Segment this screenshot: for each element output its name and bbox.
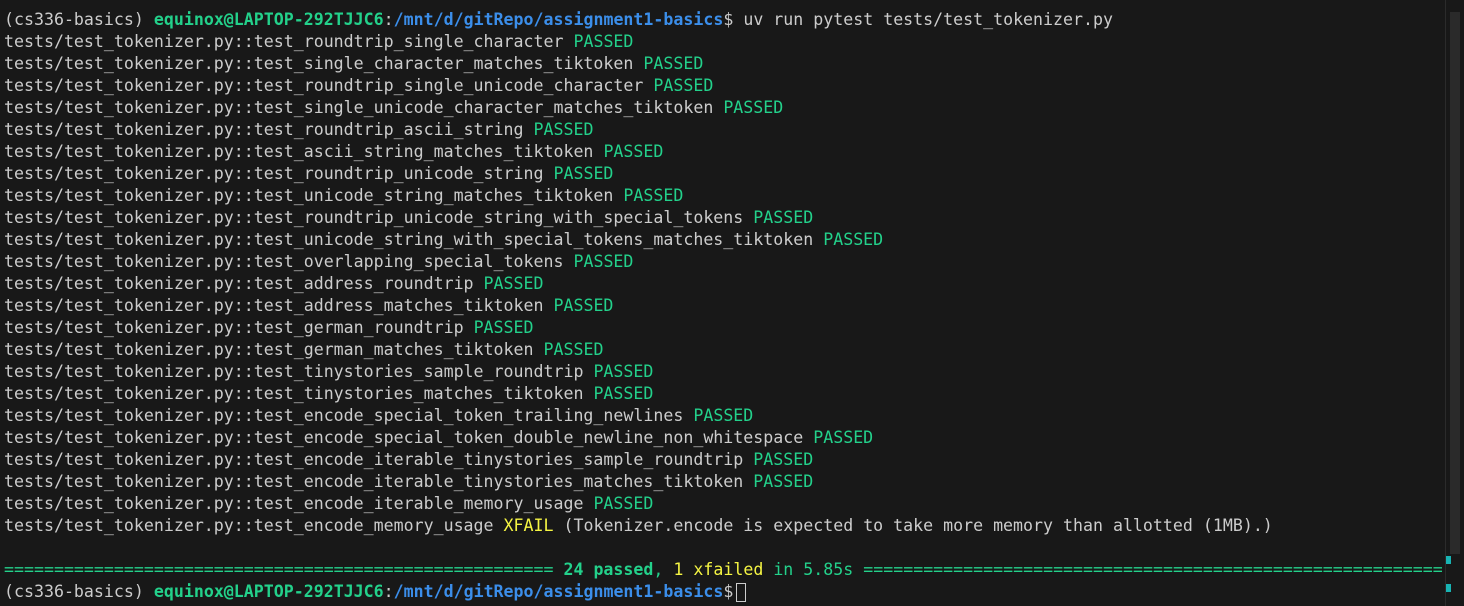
test-result-line: tests/test_tokenizer.py::test_encode_spe… <box>4 405 1442 427</box>
xfailed-count: 1 xfailed <box>673 560 764 579</box>
test-name: tests/test_tokenizer.py::test_tinystorie… <box>4 362 584 381</box>
test-result-line: tests/test_tokenizer.py::test_tinystorie… <box>4 383 1442 405</box>
test-status: PASSED <box>593 494 654 513</box>
test-name: tests/test_tokenizer.py::test_roundtrip_… <box>4 76 644 95</box>
test-result-line: tests/test_tokenizer.py::test_roundtrip_… <box>4 163 1442 185</box>
test-status: PASSED <box>623 186 684 205</box>
summary-right-rule: ========================================… <box>863 560 1442 579</box>
test-status: PASSED <box>603 142 664 161</box>
scrollbar-marker <box>1446 584 1451 592</box>
test-name: tests/test_tokenizer.py::test_tinystorie… <box>4 384 584 403</box>
prompt-symbol: $ <box>723 582 734 601</box>
test-name: tests/test_tokenizer.py::test_roundtrip_… <box>4 164 544 183</box>
scrollbar-thumb[interactable] <box>1450 12 1460 554</box>
test-status: PASSED <box>553 296 614 315</box>
prompt-line[interactable]: (cs336-basics) equinox@LAPTOP-292TJJC6:/… <box>4 581 1442 603</box>
test-name: tests/test_tokenizer.py::test_address_ro… <box>4 274 474 293</box>
command-line: (cs336-basics) equinox@LAPTOP-292TJJC6:/… <box>4 9 1442 31</box>
test-status: PASSED <box>813 428 874 447</box>
test-status: XFAIL <box>503 516 554 535</box>
test-name: tests/test_tokenizer.py::test_encode_spe… <box>4 406 684 425</box>
test-result-line: tests/test_tokenizer.py::test_encode_spe… <box>4 427 1442 449</box>
terminal-scrollbar[interactable] <box>1445 0 1464 606</box>
test-name: tests/test_tokenizer.py::test_german_rou… <box>4 318 464 337</box>
xfail-reason: (Tokenizer.encode is expected to take mo… <box>563 516 1273 535</box>
test-status: PASSED <box>753 208 814 227</box>
test-name: tests/test_tokenizer.py::test_roundtrip_… <box>4 32 564 51</box>
test-result-line: tests/test_tokenizer.py::test_roundtrip_… <box>4 207 1442 229</box>
test-name: tests/test_tokenizer.py::test_encode_ite… <box>4 450 744 469</box>
prompt-colon: : <box>383 582 394 601</box>
env-name: (cs336-basics) <box>4 582 144 601</box>
test-status: PASSED <box>593 384 654 403</box>
test-result-line: tests/test_tokenizer.py::test_roundtrip_… <box>4 119 1442 141</box>
user-host: equinox@LAPTOP-292TJJC6 <box>153 10 384 29</box>
test-name: tests/test_tokenizer.py::test_encode_ite… <box>4 472 744 491</box>
test-status: PASSED <box>573 32 634 51</box>
test-status: PASSED <box>753 450 814 469</box>
test-result-line: tests/test_tokenizer.py::test_german_rou… <box>4 317 1442 339</box>
test-status: PASSED <box>533 120 594 139</box>
test-result-line: tests/test_tokenizer.py::test_address_ro… <box>4 273 1442 295</box>
test-result-line: tests/test_tokenizer.py::test_encode_mem… <box>4 515 1442 537</box>
test-result-line: tests/test_tokenizer.py::test_encode_ite… <box>4 471 1442 493</box>
cwd-path: /mnt/d/gitRepo/assignment1-basics <box>393 582 724 601</box>
test-result-line: tests/test_tokenizer.py::test_german_mat… <box>4 339 1442 361</box>
command-text: uv run pytest tests/test_tokenizer.py <box>733 10 1113 29</box>
test-result-line: tests/test_tokenizer.py::test_roundtrip_… <box>4 75 1442 97</box>
test-result-line: tests/test_tokenizer.py::test_tinystorie… <box>4 361 1442 383</box>
test-name: tests/test_tokenizer.py::test_overlappin… <box>4 252 564 271</box>
test-status: PASSED <box>593 362 654 381</box>
test-status: PASSED <box>643 54 704 73</box>
test-status: PASSED <box>473 318 534 337</box>
test-name: tests/test_tokenizer.py::test_unicode_st… <box>4 230 814 249</box>
terminal-output[interactable]: (cs336-basics) equinox@LAPTOP-292TJJC6:/… <box>4 9 1442 606</box>
test-result-line: tests/test_tokenizer.py::test_address_ma… <box>4 295 1442 317</box>
test-name: tests/test_tokenizer.py::test_unicode_st… <box>4 186 614 205</box>
test-status: PASSED <box>573 252 634 271</box>
test-name: tests/test_tokenizer.py::test_encode_ite… <box>4 494 584 513</box>
cwd-path: /mnt/d/gitRepo/assignment1-basics <box>393 10 724 29</box>
prompt-colon: : <box>383 10 394 29</box>
text-cursor[interactable] <box>736 583 747 602</box>
test-status: PASSED <box>823 230 884 249</box>
test-name: tests/test_tokenizer.py::test_single_cha… <box>4 54 634 73</box>
user-host: equinox@LAPTOP-292TJJC6 <box>153 582 384 601</box>
env-name: (cs336-basics) <box>4 10 144 29</box>
test-name: tests/test_tokenizer.py::test_roundtrip_… <box>4 208 744 227</box>
test-status: PASSED <box>653 76 714 95</box>
test-name: tests/test_tokenizer.py::test_encode_spe… <box>4 428 804 447</box>
prompt-symbol: $ <box>723 10 734 29</box>
test-result-line: tests/test_tokenizer.py::test_encode_ite… <box>4 449 1442 471</box>
test-status: PASSED <box>753 472 814 491</box>
summary-line: ========================================… <box>4 559 1442 581</box>
test-result-line: tests/test_tokenizer.py::test_single_cha… <box>4 53 1442 75</box>
summary-separator: , <box>653 560 664 579</box>
passed-count: 24 passed <box>563 560 654 579</box>
test-status: PASSED <box>553 164 614 183</box>
test-name: tests/test_tokenizer.py::test_roundtrip_… <box>4 120 524 139</box>
test-result-line: tests/test_tokenizer.py::test_roundtrip_… <box>4 31 1442 53</box>
test-name: tests/test_tokenizer.py::test_address_ma… <box>4 296 544 315</box>
test-name: tests/test_tokenizer.py::test_encode_mem… <box>4 516 494 535</box>
test-result-line: tests/test_tokenizer.py::test_overlappin… <box>4 251 1442 273</box>
scrollbar-marker <box>1446 556 1451 564</box>
test-status: PASSED <box>723 98 784 117</box>
test-results: tests/test_tokenizer.py::test_roundtrip_… <box>4 31 1442 537</box>
elapsed-time: in 5.85s <box>773 560 854 579</box>
test-result-line: tests/test_tokenizer.py::test_encode_ite… <box>4 493 1442 515</box>
test-status: PASSED <box>543 340 604 359</box>
test-name: tests/test_tokenizer.py::test_german_mat… <box>4 340 534 359</box>
test-status: PASSED <box>693 406 754 425</box>
test-name: tests/test_tokenizer.py::test_ascii_stri… <box>4 142 594 161</box>
test-result-line: tests/test_tokenizer.py::test_unicode_st… <box>4 229 1442 251</box>
test-result-line: tests/test_tokenizer.py::test_single_uni… <box>4 97 1442 119</box>
test-status: PASSED <box>483 274 544 293</box>
test-result-line: tests/test_tokenizer.py::test_unicode_st… <box>4 185 1442 207</box>
test-result-line: tests/test_tokenizer.py::test_ascii_stri… <box>4 141 1442 163</box>
summary-left-rule: ========================================… <box>4 560 554 579</box>
test-name: tests/test_tokenizer.py::test_single_uni… <box>4 98 714 117</box>
